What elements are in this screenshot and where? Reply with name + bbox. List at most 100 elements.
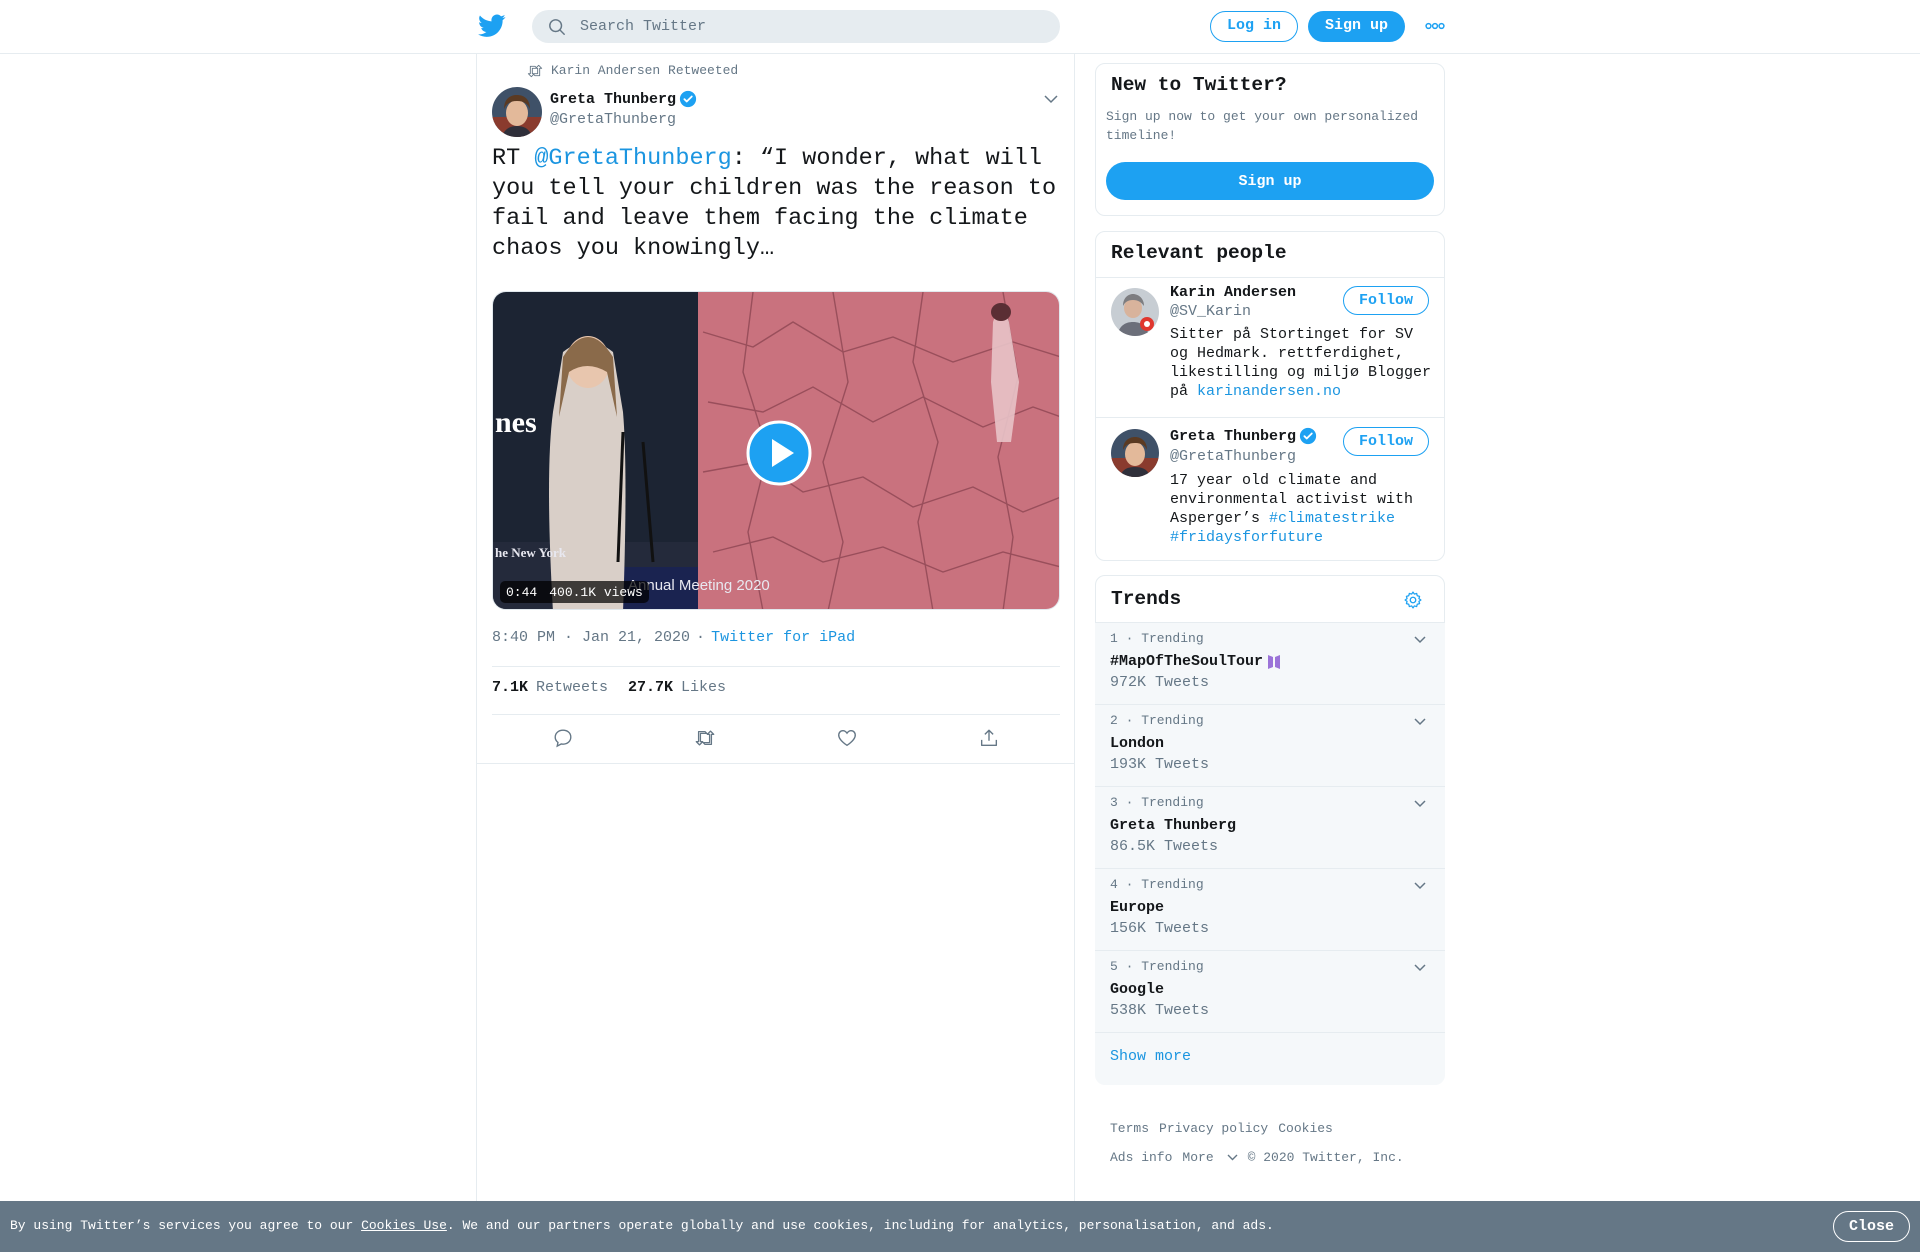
likes-label: Likes <box>681 679 727 696</box>
retweet-button[interactable] <box>634 727 776 749</box>
more-dots-icon[interactable] <box>1425 20 1445 32</box>
search-icon <box>549 18 565 35</box>
divider <box>477 763 1074 764</box>
svg-text:nes: nes <box>495 406 537 439</box>
trend-name[interactable]: Europe <box>1110 899 1164 916</box>
verified-badge-icon <box>1299 427 1317 445</box>
author-name[interactable]: Greta Thunberg <box>550 91 676 108</box>
trend-item[interactable]: 3 · Trending Greta Thunberg 86.5K Tweets <box>1095 787 1445 869</box>
tweet-mention-link[interactable]: @GretaThunberg <box>534 145 731 172</box>
person-name[interactable]: Karin Andersen <box>1170 284 1296 301</box>
author-avatar-image <box>492 87 542 137</box>
trend-name[interactable]: Greta Thunberg <box>1110 817 1236 834</box>
tweet-video[interactable]: nes he New York Annual Meeting 2020 0:44… <box>492 291 1060 610</box>
trend-name-text: #MapOfTheSoulTour <box>1110 653 1264 670</box>
reply-icon <box>554 729 572 748</box>
trend-count: 538K Tweets <box>1110 1002 1210 1019</box>
tweet-stats: 7.1K Retweets 27.7K Likes <box>492 679 726 696</box>
footer-cookies-link[interactable]: Cookies <box>1278 1114 1333 1143</box>
trend-rank: 2 · Trending <box>1110 713 1204 728</box>
like-button[interactable] <box>776 727 918 749</box>
divider <box>1096 277 1444 278</box>
footer-more-text: More <box>1182 1150 1214 1165</box>
trends-title: Trends <box>1111 588 1182 610</box>
reply-button[interactable] <box>492 727 634 749</box>
gear-icon[interactable] <box>1403 590 1423 610</box>
verified-badge-icon <box>679 90 697 108</box>
retweet-icon <box>695 730 715 746</box>
follow-button[interactable]: Follow <box>1343 427 1429 456</box>
trend-count: 156K Tweets <box>1110 920 1210 937</box>
trend-rank: 3 · Trending <box>1110 795 1204 810</box>
tweet-author[interactable]: Greta Thunberg @GretaThunberg <box>550 90 697 128</box>
chevron-down-icon[interactable] <box>1043 92 1059 106</box>
search-input[interactable] <box>580 18 1020 35</box>
tweet-time[interactable]: 8:40 PM · Jan 21, 2020 <box>492 629 690 646</box>
twitter-logo-icon[interactable] <box>478 14 506 38</box>
trend-item[interactable]: 1 · Trending #MapOfTheSoulTour 972K Twee… <box>1095 623 1445 705</box>
trend-item[interactable]: 2 · Trending London 193K Tweets <box>1095 705 1445 787</box>
retweeted-by-text[interactable]: Karin Andersen Retweeted <box>551 63 738 78</box>
likes-stat[interactable]: 27.7K Likes <box>628 679 726 696</box>
retweets-stat[interactable]: 7.1K Retweets <box>492 679 608 696</box>
footer-links: Terms Privacy policy Cookies Ads info More ©… <box>1110 1114 1440 1172</box>
bts-emoji-icon <box>1268 654 1281 669</box>
sidebar-signup-button[interactable]: Sign up <box>1106 162 1434 200</box>
tweet-actions <box>492 727 1060 749</box>
login-button[interactable]: Log in <box>1210 11 1298 42</box>
cookie-text-after: . We and our partners operate globally a… <box>446 1218 1274 1233</box>
play-icon[interactable] <box>746 420 812 486</box>
share-icon <box>980 729 998 747</box>
trend-item[interactable]: 4 · Trending Europe 156K Tweets <box>1095 869 1445 951</box>
chevron-down-icon[interactable] <box>1413 717 1427 727</box>
cookie-consent-bar: By using Twitter’s services you agree to… <box>0 1201 1920 1252</box>
person-name[interactable]: Greta Thunberg <box>1170 427 1317 445</box>
avatar-image <box>1111 429 1159 477</box>
footer-copyright: © 2020 Twitter, Inc. <box>1247 1150 1404 1165</box>
cookie-text-before: By using Twitter’s services you agree to… <box>10 1218 362 1233</box>
trend-name-text: Greta Thunberg <box>1110 817 1237 834</box>
author-avatar[interactable] <box>492 87 542 137</box>
chevron-down-icon[interactable] <box>1413 963 1427 973</box>
trend-name[interactable]: Google <box>1110 981 1164 998</box>
person-handle[interactable]: @SV_Karin <box>1170 303 1251 320</box>
share-button[interactable] <box>918 727 1060 749</box>
follow-button[interactable]: Follow <box>1343 286 1429 315</box>
retweets-count: 7.1K <box>492 679 529 696</box>
tweet-text: RT @GretaThunberg: “I wonder, what will … <box>492 144 1062 264</box>
video-duration: 0:44 <box>506 584 538 600</box>
avatar[interactable] <box>1111 429 1159 477</box>
relevant-people-card: Relevant people Karin Andersen @SV_Karin… <box>1095 231 1445 561</box>
chevron-down-icon[interactable] <box>1413 635 1427 645</box>
footer-privacy-link[interactable]: Privacy policy <box>1159 1114 1268 1143</box>
signup-button[interactable]: Sign up <box>1308 11 1405 42</box>
trends-header: Trends <box>1095 575 1445 623</box>
chevron-down-icon[interactable] <box>1413 881 1427 891</box>
person-handle[interactable]: @GretaThunberg <box>1170 448 1296 465</box>
footer-ads-info-link[interactable]: Ads info <box>1110 1143 1172 1172</box>
show-more-trends-link[interactable]: Show more <box>1110 1048 1191 1065</box>
author-handle[interactable]: @GretaThunberg <box>550 111 697 128</box>
tweet-timestamp-row: 8:40 PM · Jan 21, 2020 · Twitter for iPa… <box>492 629 855 646</box>
person-bio-link[interactable]: karinandersen.no <box>1197 383 1341 400</box>
trend-name[interactable]: #MapOfTheSoulTour <box>1110 653 1281 670</box>
avatar[interactable] <box>1111 288 1159 336</box>
person-bio: Sitter på Stortinget for SV og Hedmark. … <box>1170 325 1438 401</box>
chevron-down-icon[interactable] <box>1413 799 1427 809</box>
footer-more-link[interactable]: More <box>1182 1143 1238 1172</box>
divider <box>492 666 1060 667</box>
trend-name-text: Europe <box>1110 899 1165 916</box>
trend-item[interactable]: 5 · Trending Google 538K Tweets <box>1095 951 1445 1033</box>
trends-card: Trends 1 · Trending #MapOfTheSoulTour 97… <box>1095 575 1445 1085</box>
search-bar[interactable] <box>532 10 1060 43</box>
cookie-close-button[interactable]: Close <box>1833 1211 1910 1242</box>
tweet-source-link[interactable]: Twitter for iPad <box>711 629 855 646</box>
footer-terms-link[interactable]: Terms <box>1110 1114 1149 1143</box>
tweet-text-prefix: RT <box>492 145 535 172</box>
divider <box>1096 417 1444 418</box>
likes-count: 27.7K <box>628 679 674 696</box>
trend-rank: 5 · Trending <box>1110 959 1204 974</box>
trend-name[interactable]: London <box>1110 735 1164 752</box>
cookies-use-link[interactable]: Cookies Use <box>361 1218 447 1233</box>
new-to-twitter-card: New to Twitter? Sign up now to get your … <box>1095 63 1445 216</box>
